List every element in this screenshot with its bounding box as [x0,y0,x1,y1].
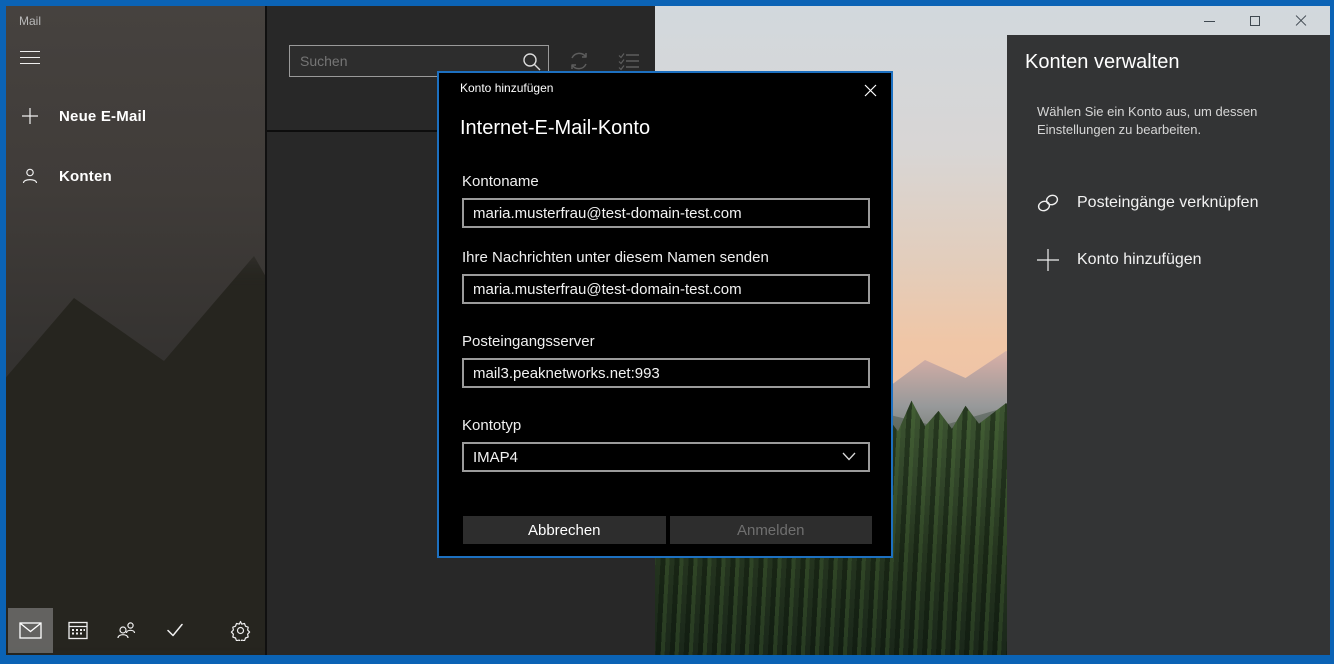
field-label: Kontotyp [462,417,870,434]
close-icon [864,84,877,97]
account-type-value: IMAP4 [473,449,518,466]
mail-app-window: Mail Neue E-Mail Konten [6,6,1330,655]
search-icon [522,52,541,71]
panel-item-link-inboxes[interactable]: Posteingänge verknüpfen [1007,183,1330,223]
dialog-close-button[interactable] [861,81,879,99]
minimize-icon [1204,21,1215,22]
panel-title: Konten verwalten [1025,51,1180,74]
dialog-heading: Internet-E-Mail-Konto [460,117,650,140]
plus-icon [20,106,40,126]
cancel-button[interactable]: Abbrechen [463,516,666,544]
panel-description: Wählen Sie ein Konto aus, um dessen Eins… [1037,103,1272,139]
panel-item-label: Konto hinzufügen [1077,251,1202,269]
sidebar-item-label: Neue E-Mail [59,108,146,125]
field-incoming-server: Posteingangsserver [462,333,870,388]
sidebar: Mail Neue E-Mail Konten [6,6,265,655]
hamburger-menu-button[interactable] [20,50,40,66]
dock-people-button[interactable] [104,608,149,653]
panel-item-add-account[interactable]: Konto hinzufügen [1007,240,1330,280]
field-label: Ihre Nachrichten unter diesem Namen send… [462,249,870,266]
minimize-button[interactable] [1186,6,1232,36]
dialog-buttons: Abbrechen Anmelden [463,516,872,544]
search-input[interactable] [290,53,514,69]
sidebar-dock [6,607,265,653]
people-icon [116,621,138,640]
sidebar-item-new-email[interactable]: Neue E-Mail [6,96,265,136]
check-icon [165,622,185,638]
sidebar-item-label: Konten [59,168,112,185]
field-send-name: Ihre Nachrichten unter diesem Namen send… [462,249,870,304]
maximize-icon [1250,16,1260,26]
mail-icon [19,622,42,639]
dock-settings-button[interactable] [218,608,263,653]
dock-todo-button[interactable] [152,608,197,653]
maximize-button[interactable] [1232,6,1278,36]
plus-icon [1035,247,1061,273]
sidebar-photo-silhouette [6,256,265,655]
dock-calendar-button[interactable] [55,608,100,653]
dock-mail-button[interactable] [8,608,53,653]
field-label: Posteingangsserver [462,333,870,350]
field-account-name: Kontoname [462,173,870,228]
person-icon [20,166,40,186]
field-label: Kontoname [462,173,870,190]
panel-item-label: Posteingänge verknüpfen [1077,194,1258,212]
account-type-select[interactable]: IMAP4 [462,442,870,472]
link-icon [1035,190,1061,216]
sidebar-item-accounts[interactable]: Konten [6,156,265,196]
manage-accounts-panel: Konten verwalten Wählen Sie ein Konto au… [1007,35,1330,655]
close-icon [1295,15,1307,27]
incoming-server-input[interactable] [462,358,870,388]
dialog-title: Konto hinzufügen [460,81,553,95]
send-name-input[interactable] [462,274,870,304]
gear-icon [230,620,251,641]
field-account-type: Kontotyp IMAP4 [462,417,870,472]
window-caption-buttons [1186,6,1324,36]
filter-list-icon [617,51,641,71]
app-title: Mail [19,14,41,28]
add-account-dialog: Konto hinzufügen Internet-E-Mail-Konto K… [437,71,893,558]
sync-icon [568,50,590,72]
close-button[interactable] [1278,6,1324,36]
chevron-down-icon [842,452,856,461]
account-name-input[interactable] [462,198,870,228]
sign-in-button[interactable]: Anmelden [670,516,873,544]
calendar-icon [68,620,88,640]
